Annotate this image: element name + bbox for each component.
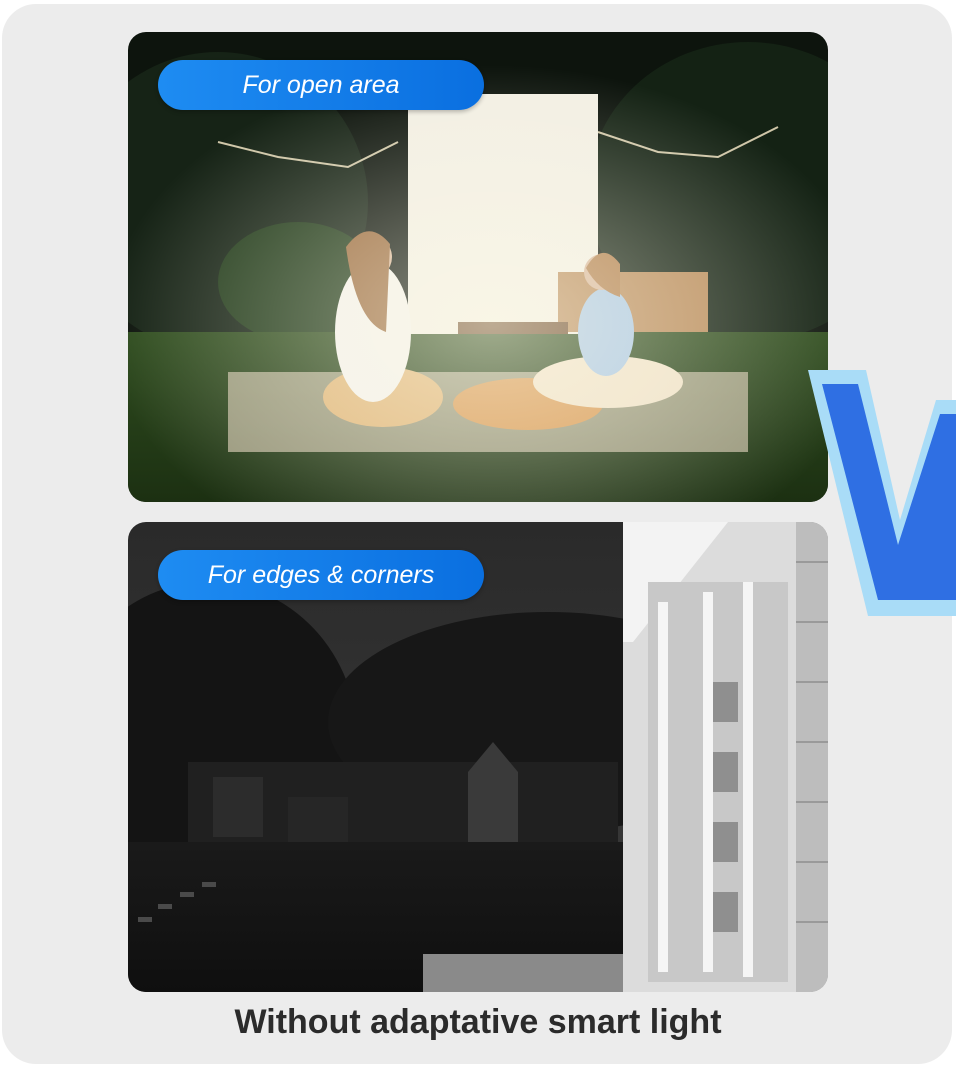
edges-corners-label: For edges & corners [158,550,484,600]
open-area-label: For open area [158,60,484,110]
caption: Without adaptative smart light [234,1003,722,1041]
v-logo-icon [808,370,956,616]
edges-corners-photo: For edges & corners [128,522,828,992]
card: For open area For edges & corners [2,4,956,1064]
open-area-photo: For open area [128,32,828,502]
